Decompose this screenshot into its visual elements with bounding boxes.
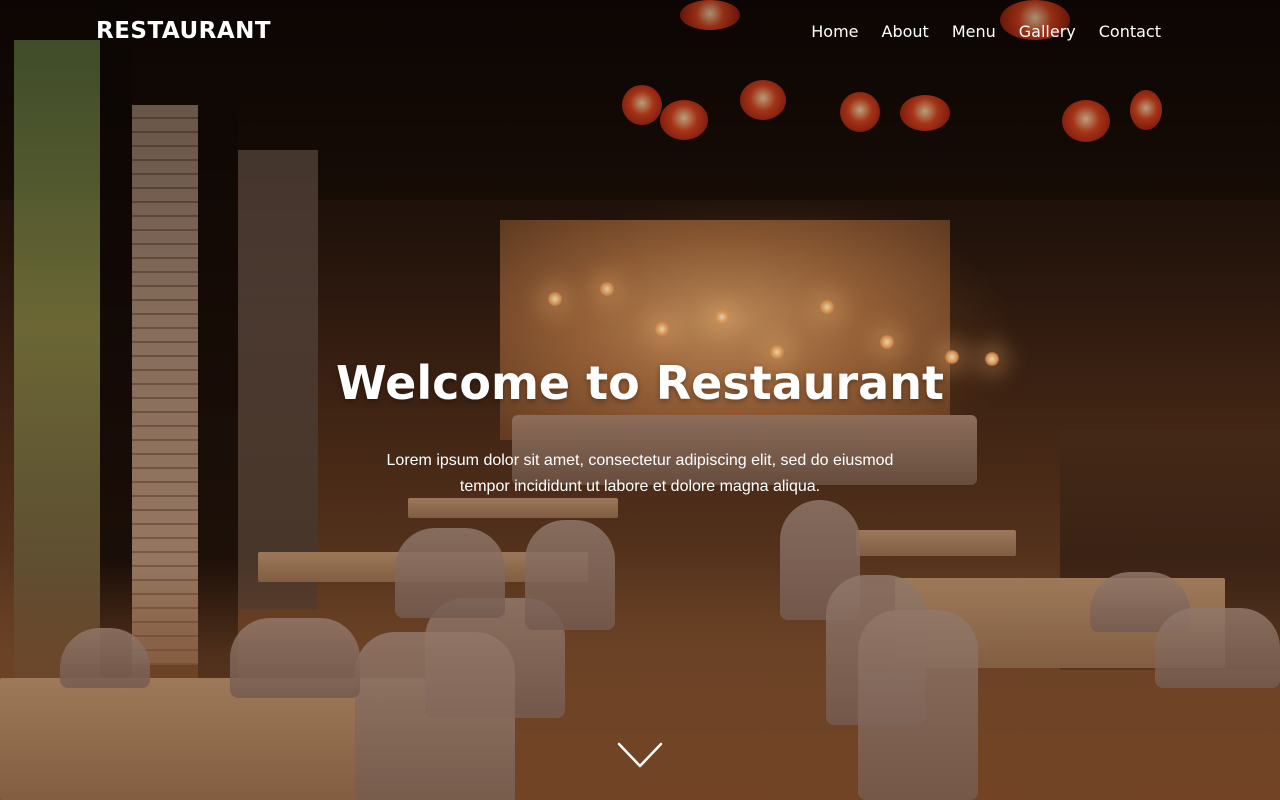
brand-logo[interactable]: RESTAURANT <box>96 18 271 44</box>
nav-link-home[interactable]: Home <box>811 22 858 41</box>
nav-link-about[interactable]: About <box>882 22 929 41</box>
hero-title: Welcome to Restaurant <box>336 356 944 410</box>
hero-description: Lorem ipsum dolor sit amet, consectetur … <box>386 452 894 495</box>
hero-section: RESTAURANT Home About Menu Gallery Conta… <box>0 0 1280 800</box>
nav-link-menu[interactable]: Menu <box>952 22 996 41</box>
navbar: RESTAURANT Home About Menu Gallery Conta… <box>0 0 1280 64</box>
nav-link-contact[interactable]: Contact <box>1099 22 1161 41</box>
main-nav: Home About Menu Gallery Contact <box>811 22 1161 41</box>
nav-link-gallery[interactable]: Gallery <box>1019 22 1076 41</box>
chevron-down-icon[interactable] <box>617 738 663 772</box>
